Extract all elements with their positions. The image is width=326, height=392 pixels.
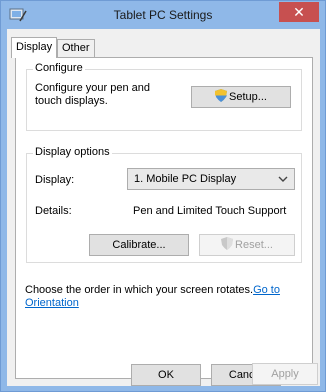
close-button[interactable]: ✕ (279, 2, 319, 22)
ok-button[interactable]: OK (131, 364, 201, 386)
tab-other[interactable]: Other (57, 39, 95, 57)
display-options-group-label: Display options (33, 146, 112, 158)
reset-button-label: Reset... (235, 239, 273, 251)
setup-button-label: Setup... (229, 91, 267, 103)
title-bar[interactable]: Tablet PC Settings ✕ (1, 1, 325, 29)
dialog-client-area: Display Other Configure Configure your p… (7, 29, 320, 386)
display-select[interactable]: 1. Mobile PC Display (127, 168, 295, 190)
configure-group: Configure Configure your pen and touch d… (26, 62, 302, 131)
details-value: Pen and Limited Touch Support (133, 205, 287, 217)
tab-display[interactable]: Display (11, 37, 58, 58)
display-label: Display: (35, 174, 75, 186)
apply-button[interactable]: Apply (252, 363, 318, 385)
display-options-group: Display options Display: 1. Mobile PC Di… (26, 146, 302, 263)
details-label: Details: (35, 205, 72, 217)
display-select-value: 1. Mobile PC Display (134, 173, 237, 185)
configure-description: Configure your pen and touch displays. (35, 82, 150, 107)
reset-button[interactable]: Reset... (199, 234, 295, 256)
window-title: Tablet PC Settings (113, 8, 213, 22)
calibrate-button[interactable]: Calibrate... (89, 234, 189, 256)
tablet-pc-settings-window: Tablet PC Settings ✕ Display Other Confi… (0, 0, 326, 392)
orientation-description: Choose the order in which your screen ro… (25, 284, 254, 296)
setup-button[interactable]: Setup... (191, 86, 291, 108)
display-tab-panel: Configure Configure your pen and touch d… (15, 57, 313, 379)
chevron-down-icon (278, 176, 288, 182)
shield-icon (215, 89, 228, 102)
configure-group-label: Configure (33, 62, 85, 74)
orientation-text: Choose the order in which your screen ro… (25, 284, 305, 310)
shield-icon (221, 237, 234, 250)
